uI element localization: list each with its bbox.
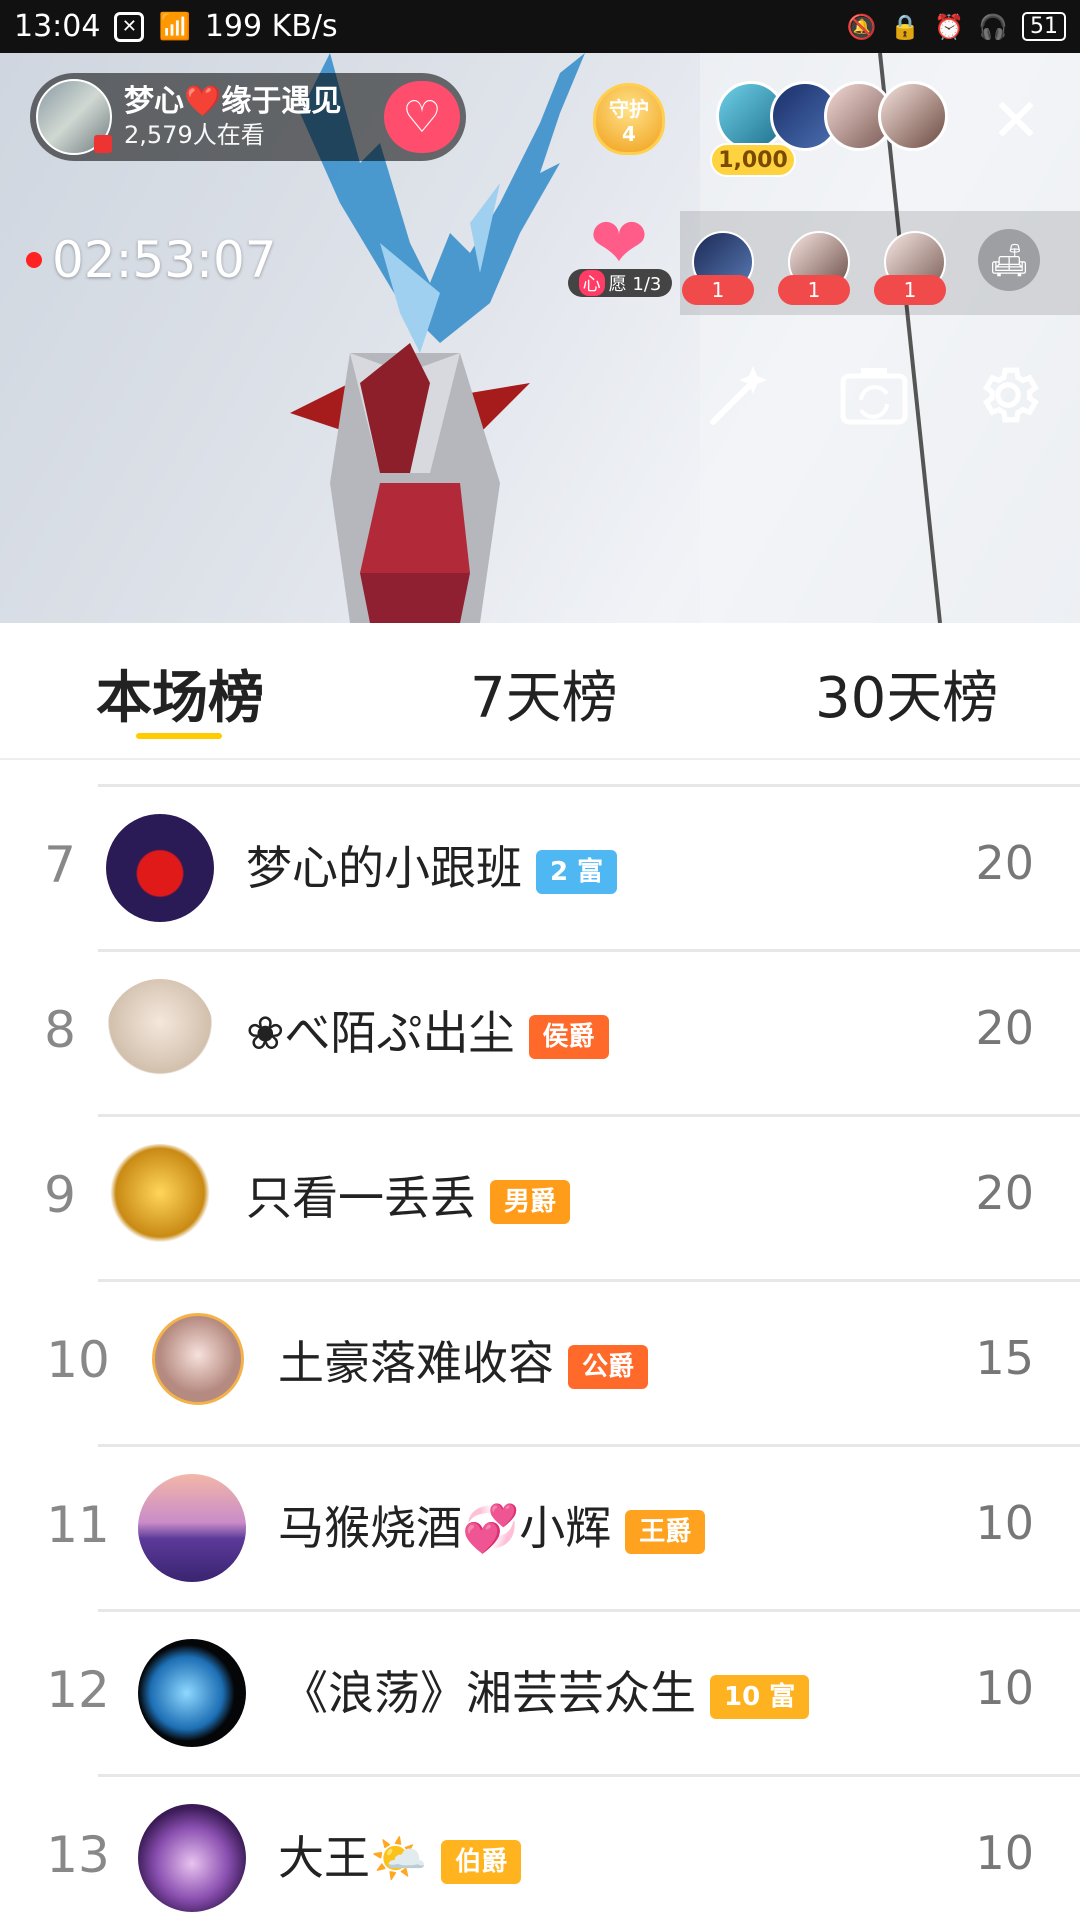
list-item[interactable]: 8 ❀べ陌ぷ出尘 侯爵 20: [0, 951, 1080, 1116]
level-badge: 王爵: [625, 1509, 706, 1554]
lock-icon: 🔒: [890, 12, 921, 41]
top-viewer-avatar[interactable]: [878, 81, 948, 151]
user-name-line: 只看一丢丢 男爵: [246, 1162, 571, 1228]
rank-number: 10: [46, 1331, 110, 1389]
wish-progress: 愿 1/3: [608, 274, 662, 295]
status-time: 13:04: [14, 9, 101, 44]
guard-count: 4: [622, 121, 636, 146]
list-item[interactable]: 11 马猴烧酒💞小辉 王爵 10: [0, 1446, 1080, 1611]
ranking-list[interactable]: 7 梦心的小跟班 2 富 20 8 ❀べ陌ぷ出尘 侯爵 20 9 只看一丢丢 男爵 2…: [0, 760, 1080, 1920]
rank-number: 11: [46, 1496, 110, 1554]
score: 10: [975, 1661, 1034, 1715]
camera-switch-icon[interactable]: [836, 357, 912, 433]
rank-number: 8: [44, 1001, 76, 1059]
score: 10: [975, 1496, 1034, 1550]
close-icon[interactable]: ✕: [988, 91, 1044, 151]
live-timer: 02:53:07: [26, 231, 277, 289]
score: 20: [975, 836, 1034, 890]
user-name: 只看一丢丢: [246, 1171, 476, 1225]
user-avatar[interactable]: [138, 1804, 246, 1912]
mute-icon: 🔕: [846, 12, 877, 41]
user-avatar[interactable]: [106, 979, 214, 1087]
follow-heart-button[interactable]: ♡: [384, 81, 460, 153]
battery-indicator: 51: [1022, 12, 1066, 41]
active-tab-indicator: [136, 733, 222, 739]
wish-label: 心愿 1/3: [568, 269, 672, 297]
network-speed: 199 KB/s: [204, 9, 338, 44]
tab-current-session[interactable]: 本场榜: [96, 653, 264, 734]
user-avatar[interactable]: [106, 814, 214, 922]
notification-icon: ✕: [114, 11, 145, 42]
sofa-icon[interactable]: 🛋: [978, 229, 1040, 291]
user-name: 《浪荡》湘芸芸众生: [282, 1666, 696, 1720]
user-name-line: 梦心的小跟班 2 富: [246, 832, 618, 898]
recording-dot-icon: [26, 252, 42, 268]
flag-icon: [94, 135, 112, 153]
list-item[interactable]: 9 只看一丢丢 男爵 20: [0, 1116, 1080, 1281]
level-badge: 公爵: [568, 1344, 649, 1389]
list-item[interactable]: 10 土豪落难收容 公爵 15: [0, 1281, 1080, 1446]
level-badge: 伯爵: [441, 1839, 522, 1884]
rank-number: 9: [44, 1166, 76, 1224]
user-name: 土豪落难收容: [278, 1336, 554, 1390]
top-viewers[interactable]: 1,000: [710, 81, 950, 181]
user-name: 大王🌤️: [278, 1831, 428, 1885]
user-avatar[interactable]: [138, 1474, 246, 1582]
user-name: 马猴烧酒💞小辉: [278, 1501, 612, 1555]
rank-number: 7: [44, 836, 76, 894]
contribution-coin: 1,000: [710, 143, 796, 177]
score: 15: [975, 1331, 1034, 1385]
gear-icon[interactable]: [970, 357, 1046, 433]
wish-heart-icon: ❤: [589, 202, 649, 284]
level-badge: 10 富: [710, 1674, 810, 1719]
user-name: 梦心的小跟班: [246, 841, 522, 895]
host-avatar[interactable]: [36, 79, 112, 155]
user-name: ❀べ陌ぷ出尘: [246, 1006, 515, 1060]
alarm-icon: ⏰: [934, 12, 965, 41]
tab-7-days[interactable]: 7天榜: [470, 653, 618, 734]
viewer-count: 2,579人在看: [124, 121, 265, 149]
wifi-icon: 📶: [158, 11, 191, 42]
host-name: 梦心❤️缘于遇见: [124, 84, 342, 119]
user-name-line: ❀べ陌ぷ出尘 侯爵: [246, 997, 609, 1063]
guard-badge[interactable]: 守护 4: [585, 83, 673, 167]
score: 20: [975, 1166, 1034, 1220]
user-name-line: 土豪落难收容 公爵: [278, 1327, 649, 1393]
guard-shield-icon: 守护 4: [593, 83, 665, 155]
live-video-area[interactable]: 梦心❤️缘于遇见 2,579人在看 ♡ 守护 4 1,000 ✕ 02:53:0…: [0, 53, 1080, 623]
rank-number: 12: [46, 1661, 110, 1719]
level-badge: 2 富: [536, 849, 618, 894]
score: 20: [975, 1001, 1034, 1055]
magic-wand-icon[interactable]: [700, 357, 776, 433]
user-name-line: 《浪荡》湘芸芸众生 10 富: [282, 1657, 810, 1723]
level-badge: 男爵: [490, 1179, 571, 1224]
headphones-icon: 🎧: [978, 12, 1008, 41]
host-info-pill[interactable]: 梦心❤️缘于遇见 2,579人在看 ♡: [30, 73, 466, 161]
guard-label: 守护: [609, 96, 649, 121]
level-badge: 侯爵: [528, 1014, 609, 1059]
user-avatar[interactable]: [106, 1144, 214, 1252]
live-duration: 02:53:07: [52, 231, 277, 289]
list-item[interactable]: 7 梦心的小跟班 2 富 20: [0, 786, 1080, 951]
wish-widget[interactable]: ❤ 心愿 1/3: [568, 202, 672, 301]
tab-30-days[interactable]: 30天榜: [815, 653, 998, 734]
wish-prefix: 心: [578, 270, 605, 296]
seat-count: 1: [682, 275, 754, 305]
score: 10: [975, 1826, 1034, 1880]
ranking-tabs: 本场榜 7天榜 30天榜: [0, 623, 1080, 760]
user-avatar[interactable]: [138, 1639, 246, 1747]
rank-number: 13: [46, 1826, 110, 1884]
list-item[interactable]: 13 大王🌤️ 伯爵 10: [0, 1776, 1080, 1920]
list-item[interactable]: 12 《浪荡》湘芸芸众生 10 富 10: [0, 1611, 1080, 1776]
user-avatar[interactable]: [152, 1313, 244, 1405]
seat-count: 1: [778, 275, 850, 305]
status-bar: 13:04 ✕ 📶 199 KB/s 🔕 🔒 ⏰ 🎧 51: [0, 0, 1080, 53]
user-name-line: 马猴烧酒💞小辉 王爵: [278, 1492, 706, 1558]
seat-count: 1: [874, 275, 946, 305]
user-name-line: 大王🌤️ 伯爵: [278, 1822, 522, 1888]
